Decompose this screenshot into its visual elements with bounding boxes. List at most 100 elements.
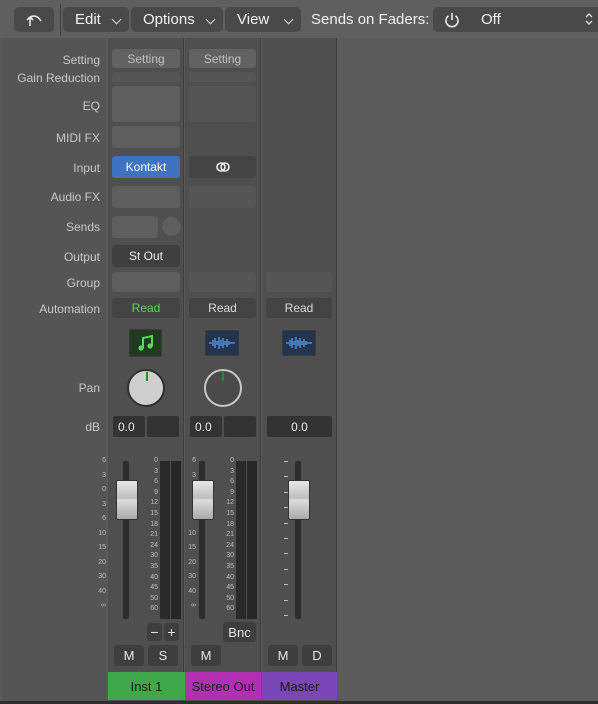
power-icon [445, 12, 459, 27]
mixer-toolbar: Edit Options View Sends on Faders: Off [0, 0, 598, 38]
automation-mode-button[interactable]: Read [266, 298, 332, 318]
scale-tick-label: 18 [150, 520, 158, 528]
scale-tick-label: 35 [226, 562, 234, 570]
volume-fader-cap[interactable] [192, 480, 214, 520]
scale-tick-label: 60 [150, 605, 158, 613]
audio-fx-slot[interactable] [112, 186, 180, 208]
level-meter-left [160, 461, 170, 619]
scale-tick-label: 45 [226, 584, 234, 592]
pan-indicator [146, 372, 148, 381]
scale-tick-label: 3 [102, 471, 106, 479]
scale-tick-label: 40 [188, 587, 196, 595]
track-icon-button[interactable] [129, 329, 162, 357]
fader-tick [284, 615, 288, 616]
row-label-automation: Automation [39, 302, 100, 316]
volume-db-display[interactable]: 0.0 [267, 416, 332, 437]
scale-tick-label: 40 [98, 587, 106, 595]
volume-fader-cap[interactable] [288, 480, 310, 520]
fader-scale: 630361015203040∞ [82, 457, 106, 617]
send-slot[interactable] [112, 216, 158, 238]
row-label-midi-fx: MIDI FX [56, 131, 100, 145]
fader-tick [284, 476, 288, 478]
scale-tick-label: 10 [188, 529, 196, 537]
edit-menu[interactable]: Edit [63, 7, 129, 32]
link-icon [215, 162, 230, 172]
fader-tick [284, 599, 288, 601]
mute-button[interactable]: M [114, 645, 144, 666]
scale-tick-label: 30 [150, 552, 158, 560]
mute-button[interactable]: M [191, 645, 221, 666]
scale-tick-label: 30 [226, 552, 234, 560]
scale-tick-label: 6 [102, 457, 106, 464]
fader-tick [284, 461, 288, 462]
meter-scale: 0 3 6 9 12 15 18 21 24 30 35 40 45 50 60 [217, 457, 234, 616]
pan-knob[interactable] [127, 369, 165, 407]
track-icon-button[interactable] [205, 330, 239, 356]
scale-tick-label: 21 [226, 531, 234, 539]
automation-mode-button[interactable]: Read [112, 298, 180, 318]
group-slot[interactable] [266, 272, 332, 292]
scale-tick-label: 6 [192, 457, 196, 464]
dim-button[interactable]: D [302, 645, 332, 666]
back-arrow-button[interactable] [14, 7, 54, 32]
remove-group-button[interactable]: − [147, 623, 162, 641]
row-label-input: Input [73, 161, 100, 175]
edit-menu-label: Edit [75, 11, 101, 28]
group-slot[interactable] [189, 272, 256, 292]
send-level-knob[interactable] [162, 217, 181, 236]
channel-name-master[interactable]: Master [262, 672, 337, 700]
automation-mode-label: Read [208, 301, 237, 315]
volume-db-display[interactable]: 0.0 [113, 416, 145, 437]
scale-tick-label: 20 [188, 558, 196, 566]
scale-tick-label: 15 [226, 509, 234, 517]
scale-tick-label: 18 [226, 520, 234, 528]
channel-name-inst-1[interactable]: Inst 1 [108, 672, 185, 700]
add-group-button[interactable]: + [164, 623, 179, 641]
scale-tick-label: 30 [98, 573, 106, 580]
scale-tick-label: ∞ [101, 602, 106, 609]
eq-thumbnail[interactable] [112, 86, 180, 122]
output-button[interactable]: St Out [112, 245, 180, 267]
scale-tick-label: 45 [150, 584, 158, 592]
scale-tick-label: 3 [230, 467, 234, 475]
fader-tick [284, 538, 288, 539]
scale-tick-label: 3 [154, 467, 158, 475]
view-menu[interactable]: View [225, 7, 301, 32]
scale-tick-label: 12 [226, 499, 234, 507]
pan-indicator [222, 372, 224, 381]
audio-fx-slot[interactable] [189, 186, 256, 208]
volume-db-display[interactable]: 0.0 [190, 416, 222, 437]
eq-thumbnail[interactable] [189, 86, 256, 122]
scale-tick-label: 12 [150, 499, 158, 507]
bounce-button[interactable]: Bnc [223, 622, 256, 642]
input-kontakt-button[interactable]: Kontakt [112, 156, 180, 178]
scale-tick-label: 3 [102, 500, 106, 508]
automation-mode-button[interactable]: Read [189, 298, 256, 318]
scale-tick-label: 40 [226, 573, 234, 581]
setting-button[interactable]: Setting [112, 49, 180, 68]
scale-tick-label: 0 [154, 457, 158, 464]
mute-button[interactable]: M [268, 645, 298, 666]
automation-mode-label: Read [284, 301, 314, 315]
chevron-down-icon [283, 14, 294, 25]
automation-mode-label: Read [131, 301, 161, 315]
solo-button[interactable]: S [148, 645, 178, 666]
row-label-sends: Sends [65, 220, 100, 234]
group-slot[interactable] [112, 272, 180, 292]
setting-button[interactable]: Setting [189, 49, 256, 68]
updown-chevron-icon [585, 13, 593, 25]
sends-on-faders-select[interactable]: Off [433, 7, 598, 32]
toolbar-divider [60, 4, 61, 35]
input-link-button[interactable] [189, 156, 256, 178]
track-icon-button[interactable] [282, 330, 316, 356]
scale-tick-label: 50 [150, 594, 158, 602]
channel-name-stereo-out[interactable]: Stereo Out [185, 672, 261, 700]
options-menu[interactable]: Options [131, 7, 223, 32]
fader-tick [284, 584, 288, 586]
midi-fx-slot[interactable] [112, 126, 180, 148]
row-label-setting: Setting [62, 53, 100, 67]
fader-tick [284, 553, 288, 555]
pan-knob[interactable] [204, 369, 242, 407]
volume-fader-cap[interactable] [116, 480, 138, 520]
chevron-down-icon [111, 14, 122, 25]
